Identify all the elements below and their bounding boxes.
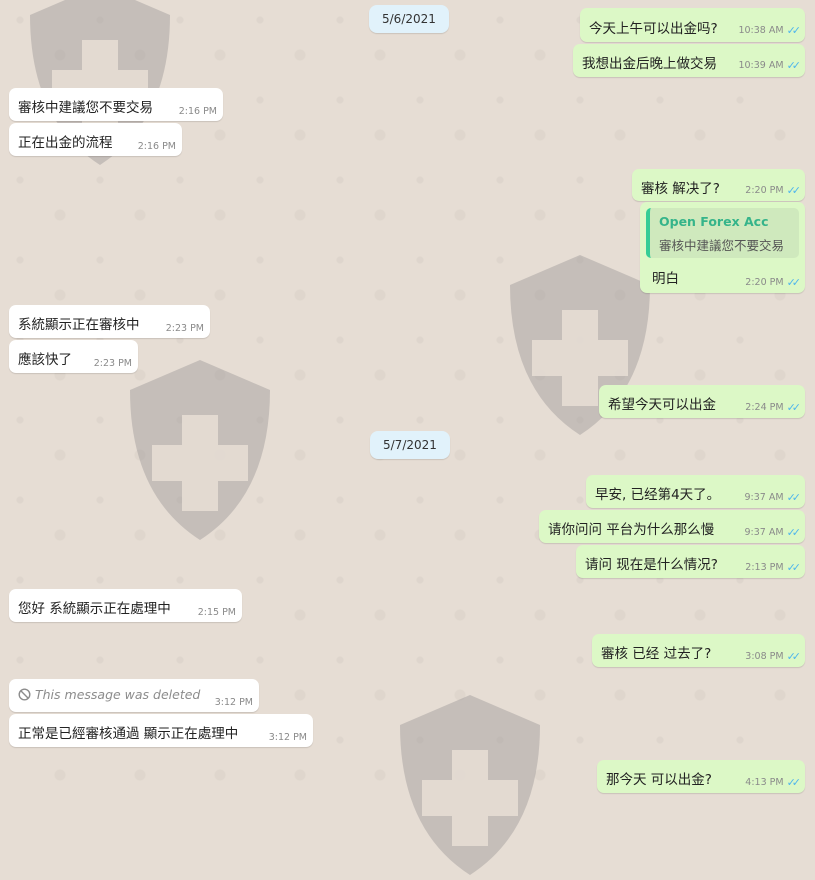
message-bubble-outgoing[interactable]: 请问 现在是什么情况? 2:13 PM ✓✓ [576, 545, 805, 578]
date-chip: 5/6/2021 [369, 5, 449, 33]
message-meta: 2:13 PM ✓✓ [745, 561, 801, 574]
message-bubble-outgoing-reply[interactable]: Open Forex Acc 審核中建議您不要交易 明白 2:20 PM ✓✓ [640, 202, 805, 293]
message-meta: 2:16 PM [138, 141, 176, 152]
double-check-icon: ✓✓ [786, 491, 802, 504]
message-meta: 2:15 PM [198, 607, 236, 618]
shield-cross-icon [120, 355, 280, 545]
shield-cross-icon [390, 690, 550, 880]
message-bubble-incoming[interactable]: 應該快了 2:23 PM [9, 340, 138, 373]
message-meta: 10:38 AM ✓✓ [738, 24, 801, 37]
message-text: 请你问问 平台为什么那么慢 [548, 522, 715, 538]
message-text: 您好 系統顯示正在處理中 [18, 601, 171, 617]
message-time: 10:39 AM [738, 60, 784, 71]
message-text: 早安, 已经第4天了。 [595, 487, 721, 503]
message-bubble-outgoing[interactable]: 希望今天可以出金 2:24 PM ✓✓ [599, 385, 805, 418]
message-time: 2:16 PM [178, 106, 217, 117]
message-time: 4:13 PM [745, 777, 784, 788]
message-text: 應該快了 [18, 352, 72, 368]
message-text: 審核 解决了? [641, 181, 720, 197]
message-meta: 10:39 AM ✓✓ [738, 59, 801, 72]
message-text: 我想出金后晚上做交易 [582, 56, 717, 72]
message-text: 今天上午可以出金吗? [589, 21, 718, 37]
message-text: 正在出金的流程 [18, 135, 113, 151]
message-text: 審核 已经 过去了? [601, 646, 712, 662]
message-bubble-incoming[interactable]: 您好 系統顯示正在處理中 2:15 PM [9, 589, 242, 622]
double-check-icon: ✓✓ [786, 59, 802, 72]
double-check-icon: ✓✓ [786, 526, 802, 539]
message-meta: 2:23 PM [94, 358, 132, 369]
deleted-label: This message was deleted [35, 687, 201, 702]
message-meta: 2:16 PM [179, 106, 217, 117]
message-time: 10:38 AM [738, 25, 784, 36]
message-meta: 3:12 PM [215, 697, 253, 708]
deleted-message-text: This message was deleted [18, 687, 200, 704]
prohibited-icon [18, 688, 31, 704]
message-meta: 4:13 PM ✓✓ [745, 776, 801, 789]
message-bubble-outgoing[interactable]: 那今天 可以出金? 4:13 PM ✓✓ [597, 760, 805, 793]
message-meta: 3:08 PM ✓✓ [745, 650, 801, 663]
message-time: 2:24 PM [745, 402, 784, 413]
message-text: 希望今天可以出金 [608, 397, 716, 413]
message-bubble-outgoing[interactable]: 请你问问 平台为什么那么慢 9:37 AM ✓✓ [539, 510, 805, 543]
message-bubble-outgoing[interactable]: 早安, 已经第4天了。 9:37 AM ✓✓ [586, 475, 805, 508]
message-text: 请问 现在是什么情况? [585, 557, 718, 573]
quoted-author: Open Forex Acc [659, 214, 769, 229]
message-time: 2:20 PM [745, 277, 784, 288]
message-bubble-outgoing[interactable]: 審核 解决了? 2:20 PM ✓✓ [632, 169, 805, 201]
message-bubble-outgoing[interactable]: 審核 已经 过去了? 3:08 PM ✓✓ [592, 634, 805, 667]
message-bubble-outgoing[interactable]: 我想出金后晚上做交易 10:39 AM ✓✓ [573, 44, 805, 77]
message-bubble-incoming[interactable]: 審核中建議您不要交易 2:16 PM [9, 88, 223, 121]
message-text: 系統顯示正在審核中 [18, 317, 140, 333]
message-bubble-incoming[interactable]: 正常是已經審核通過 顯示正在處理中 3:12 PM [9, 714, 313, 747]
message-time: 9:37 AM [744, 492, 784, 503]
double-check-icon: ✓✓ [786, 401, 802, 414]
date-chip: 5/7/2021 [370, 431, 450, 459]
double-check-icon: ✓✓ [786, 276, 802, 289]
message-meta: 2:20 PM ✓✓ [745, 276, 801, 289]
double-check-icon: ✓✓ [786, 561, 802, 574]
quoted-message[interactable]: Open Forex Acc 審核中建議您不要交易 [646, 208, 799, 258]
message-time: 2:13 PM [745, 562, 784, 573]
message-time: 2:16 PM [137, 141, 176, 152]
double-check-icon: ✓✓ [786, 776, 802, 789]
double-check-icon: ✓✓ [786, 650, 802, 663]
message-bubble-outgoing[interactable]: 今天上午可以出金吗? 10:38 AM ✓✓ [580, 8, 805, 42]
message-bubble-deleted[interactable]: This message was deleted 3:12 PM [9, 679, 259, 712]
message-time: 2:15 PM [197, 607, 236, 618]
message-time: 2:23 PM [165, 323, 204, 334]
message-time: 2:23 PM [93, 358, 132, 369]
message-meta: 2:20 PM ✓✓ [745, 184, 801, 197]
message-time: 3:12 PM [268, 732, 307, 743]
quoted-text: 審核中建議您不要交易 [659, 238, 785, 253]
message-time: 3:08 PM [745, 651, 784, 662]
double-check-icon: ✓✓ [786, 24, 802, 37]
message-time: 9:37 AM [744, 527, 784, 538]
message-time: 2:20 PM [745, 185, 784, 196]
message-bubble-incoming[interactable]: 系統顯示正在審核中 2:23 PM [9, 305, 210, 338]
message-text: 那今天 可以出金? [606, 772, 712, 788]
message-meta: 9:37 AM ✓✓ [745, 526, 802, 539]
double-check-icon: ✓✓ [786, 184, 802, 197]
message-text: 審核中建議您不要交易 [18, 100, 153, 116]
message-meta: 2:24 PM ✓✓ [745, 401, 801, 414]
message-meta: 2:23 PM [166, 323, 204, 334]
message-bubble-incoming[interactable]: 正在出金的流程 2:16 PM [9, 123, 182, 156]
message-meta: 3:12 PM [269, 732, 307, 743]
message-time: 3:12 PM [214, 697, 253, 708]
message-text: 正常是已經審核通過 顯示正在處理中 [18, 726, 239, 742]
message-meta: 9:37 AM ✓✓ [745, 491, 802, 504]
message-text: 明白 [652, 271, 679, 287]
